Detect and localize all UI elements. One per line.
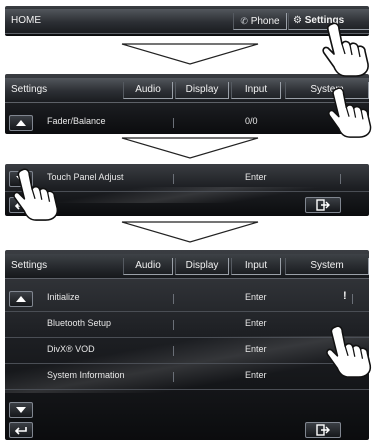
- tab-display[interactable]: Display: [175, 258, 229, 275]
- list-row-initialize[interactable]: Initialize Enter !: [5, 286, 369, 312]
- step-arrow-icon: [121, 137, 259, 159]
- exit-icon: [316, 199, 330, 211]
- exit-icon: [316, 424, 330, 436]
- home-top-bar: HOME ✆ Phone ⚙ Settings: [5, 9, 369, 34]
- pointing-hand-icon: [13, 168, 59, 221]
- divx-vod-label: DivX® VOD: [47, 344, 95, 354]
- list-row-system-information[interactable]: System Information Enter: [5, 364, 369, 390]
- bluetooth-setup-label: Bluetooth Setup: [47, 318, 112, 328]
- settings-title: Settings: [11, 84, 48, 95]
- tab-display[interactable]: Display: [175, 82, 229, 99]
- tab-input[interactable]: Input: [231, 258, 281, 275]
- home-screen-strip: HOME ✆ Phone ⚙ Settings: [5, 6, 369, 36]
- system-settings-title: Settings: [11, 260, 48, 271]
- settings-top-bar: Settings Audio Display Input System: [5, 78, 369, 103]
- warning-badge: !: [343, 290, 347, 302]
- phone-icon: ✆: [240, 16, 248, 26]
- back-icon: [14, 427, 27, 435]
- down-arrow-icon: [16, 407, 26, 413]
- divx-vod-value: Enter: [245, 344, 267, 354]
- exit-button[interactable]: [305, 197, 341, 213]
- row-divider: [173, 118, 174, 128]
- gear-icon: ⚙: [293, 15, 302, 26]
- tab-audio[interactable]: Audio: [123, 258, 173, 275]
- back-button[interactable]: [9, 422, 33, 438]
- up-arrow-icon: [16, 120, 26, 126]
- bluetooth-setup-value: Enter: [245, 318, 267, 328]
- fader-balance-value: 0/0: [245, 116, 258, 126]
- fader-balance-label: Fader/Balance: [47, 116, 106, 126]
- settings-screen-strip: Settings Audio Display Input System Fade…: [5, 74, 369, 134]
- system-top-bar: Settings Audio Display Input System: [5, 254, 369, 279]
- row-divider: [173, 372, 174, 382]
- list-row-bluetooth-setup[interactable]: Bluetooth Setup Enter: [5, 312, 369, 338]
- step-arrow-icon: [121, 221, 259, 243]
- tab-input[interactable]: Input: [231, 82, 281, 99]
- touch-panel-adjust-value: Enter: [245, 172, 267, 182]
- initialize-label: Initialize: [47, 292, 80, 302]
- tab-audio[interactable]: Audio: [123, 82, 173, 99]
- phone-button[interactable]: ✆ Phone: [233, 13, 287, 30]
- scroll-up-button[interactable]: [9, 291, 33, 307]
- row-divider: [173, 346, 174, 356]
- system-settings-screen: Settings Audio Display Input System Init…: [5, 250, 369, 440]
- list-row-fader-balance[interactable]: Fader/Balance 0/0: [5, 110, 369, 134]
- system-information-label: System Information: [47, 370, 125, 380]
- system-information-value: Enter: [245, 370, 267, 380]
- home-title: HOME: [11, 15, 41, 26]
- initialize-value: Enter: [245, 292, 267, 302]
- step-arrow-icon: [121, 43, 259, 65]
- pointing-hand-icon: [326, 325, 372, 378]
- row-divider-right: [352, 294, 353, 304]
- exit-button[interactable]: [305, 422, 341, 438]
- row-divider: [173, 294, 174, 304]
- list-row-divx-vod[interactable]: DivX® VOD Enter: [5, 338, 369, 364]
- scroll-up-button[interactable]: [9, 115, 33, 131]
- row-divider: [173, 320, 174, 330]
- pointing-hand-icon: [328, 87, 372, 138]
- up-arrow-icon: [16, 296, 26, 302]
- scroll-down-button[interactable]: [9, 402, 33, 418]
- pointing-hand-icon: [322, 22, 369, 77]
- row-divider-right: [340, 174, 341, 184]
- row-divider: [173, 174, 174, 184]
- tab-system[interactable]: System: [285, 258, 369, 275]
- phone-label: Phone: [250, 16, 280, 27]
